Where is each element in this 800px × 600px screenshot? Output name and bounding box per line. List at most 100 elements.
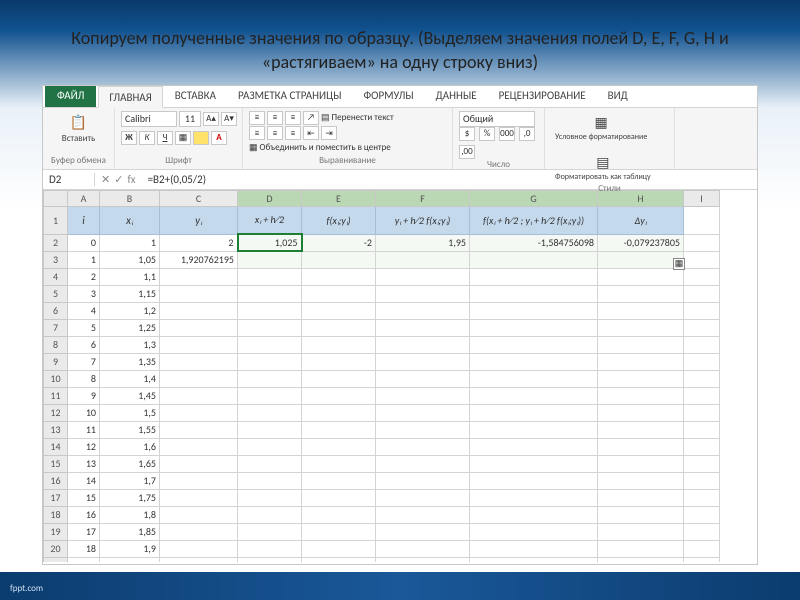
worksheet[interactable]: ABCDEFGHI1ixᵢyᵢxᵢ + h⁄2f(xᵢ;yᵢ)yᵢ + h⁄2 … xyxy=(43,190,757,562)
cell-E18[interactable] xyxy=(302,506,376,523)
cell-F3[interactable] xyxy=(376,251,470,268)
cell-C5[interactable] xyxy=(160,285,238,302)
cell-H5[interactable] xyxy=(598,285,684,302)
cell-A2[interactable]: 0 xyxy=(68,234,100,251)
cell-F17[interactable] xyxy=(376,489,470,506)
cell-A12[interactable]: 10 xyxy=(68,404,100,421)
cell-I19[interactable] xyxy=(684,523,720,540)
cell-D16[interactable] xyxy=(238,472,302,489)
cell-D6[interactable] xyxy=(238,302,302,319)
col-header-D[interactable]: D xyxy=(238,190,302,206)
cell-A11[interactable]: 9 xyxy=(68,387,100,404)
cell-E17[interactable] xyxy=(302,489,376,506)
cell-F14[interactable] xyxy=(376,438,470,455)
cell-C11[interactable] xyxy=(160,387,238,404)
cell-E9[interactable] xyxy=(302,353,376,370)
cell-H9[interactable] xyxy=(598,353,684,370)
cell-F9[interactable] xyxy=(376,353,470,370)
cell-header-H[interactable]: Δyᵢ xyxy=(598,206,684,234)
tab-review[interactable]: РЕЦЕНЗИРОВАНИЕ xyxy=(489,85,596,107)
autofill-options-icon[interactable]: ▦ xyxy=(673,258,685,270)
cell-E7[interactable] xyxy=(302,319,376,336)
row-header-16[interactable]: 16 xyxy=(44,472,68,489)
cell-C14[interactable] xyxy=(160,438,238,455)
cell-header-G[interactable]: f(xᵢ + h⁄2 ; yᵢ + h⁄2 f(xᵢ;yᵢ)) xyxy=(470,206,598,234)
cell-B20[interactable]: 1,9 xyxy=(100,540,160,557)
cell-F19[interactable] xyxy=(376,523,470,540)
row-header-21[interactable]: 21 xyxy=(44,557,68,562)
comma-icon[interactable]: 000 xyxy=(499,127,515,141)
cell-D5[interactable] xyxy=(238,285,302,302)
wrap-text-button[interactable]: ▤ Перенести текст xyxy=(321,112,394,123)
cell-I17[interactable] xyxy=(684,489,720,506)
fx-icon[interactable]: fx xyxy=(127,173,135,186)
cell-D13[interactable] xyxy=(238,421,302,438)
cell-header-B[interactable]: xᵢ xyxy=(100,206,160,234)
cell-C20[interactable] xyxy=(160,540,238,557)
cell-C13[interactable] xyxy=(160,421,238,438)
row-header-15[interactable]: 15 xyxy=(44,455,68,472)
cell-I7[interactable] xyxy=(684,319,720,336)
cell-A20[interactable]: 18 xyxy=(68,540,100,557)
cell-B19[interactable]: 1,85 xyxy=(100,523,160,540)
cell-B2[interactable]: 1 xyxy=(100,234,160,251)
cell-F11[interactable] xyxy=(376,387,470,404)
cell-E6[interactable] xyxy=(302,302,376,319)
cell-A9[interactable]: 7 xyxy=(68,353,100,370)
cell-I16[interactable] xyxy=(684,472,720,489)
cell-D15[interactable] xyxy=(238,455,302,472)
col-header-A[interactable]: A xyxy=(68,190,100,206)
cell-F8[interactable] xyxy=(376,336,470,353)
cell-I9[interactable] xyxy=(684,353,720,370)
cell-H20[interactable] xyxy=(598,540,684,557)
cell-D14[interactable] xyxy=(238,438,302,455)
cell-C4[interactable] xyxy=(160,268,238,285)
cell-B4[interactable]: 1,1 xyxy=(100,268,160,285)
row-header-4[interactable]: 4 xyxy=(44,268,68,285)
cell-F21[interactable] xyxy=(376,557,470,562)
dec-decimal-icon[interactable]: ,00 xyxy=(459,145,475,159)
cell-D11[interactable] xyxy=(238,387,302,404)
cell-E19[interactable] xyxy=(302,523,376,540)
cell-I6[interactable] xyxy=(684,302,720,319)
tab-home[interactable]: ГЛАВНАЯ xyxy=(98,86,162,108)
bold-button[interactable]: Ж xyxy=(121,131,137,145)
cell-C10[interactable] xyxy=(160,370,238,387)
cell-E21[interactable] xyxy=(302,557,376,562)
cell-D17[interactable] xyxy=(238,489,302,506)
cell-G15[interactable] xyxy=(470,455,598,472)
cell-D12[interactable] xyxy=(238,404,302,421)
tab-file[interactable]: ФАЙЛ xyxy=(45,85,96,107)
cell-C17[interactable] xyxy=(160,489,238,506)
decrease-font-icon[interactable]: A▾ xyxy=(221,112,237,126)
row-header-12[interactable]: 12 xyxy=(44,404,68,421)
cell-G16[interactable] xyxy=(470,472,598,489)
cell-C6[interactable] xyxy=(160,302,238,319)
cell-I12[interactable] xyxy=(684,404,720,421)
cell-header-E[interactable]: f(xᵢ;yᵢ) xyxy=(302,206,376,234)
row-header-1[interactable]: 1 xyxy=(44,206,68,234)
cell-header-D[interactable]: xᵢ + h⁄2 xyxy=(238,206,302,234)
row-header-19[interactable]: 19 xyxy=(44,523,68,540)
cell-H18[interactable] xyxy=(598,506,684,523)
cell-D21[interactable] xyxy=(238,557,302,562)
cell-A19[interactable]: 17 xyxy=(68,523,100,540)
cell-A10[interactable]: 8 xyxy=(68,370,100,387)
cell-E5[interactable] xyxy=(302,285,376,302)
cell-B6[interactable]: 1,2 xyxy=(100,302,160,319)
cond-format-button[interactable]: ▦ Условное форматирование xyxy=(551,111,651,143)
row-header-20[interactable]: 20 xyxy=(44,540,68,557)
cell-header-A[interactable]: i xyxy=(68,206,100,234)
row-header-18[interactable]: 18 xyxy=(44,506,68,523)
cell-C15[interactable] xyxy=(160,455,238,472)
align-right-icon[interactable]: ≡ xyxy=(285,126,301,140)
font-name-select[interactable]: Calibri xyxy=(121,111,177,127)
cell-F10[interactable] xyxy=(376,370,470,387)
cell-F16[interactable] xyxy=(376,472,470,489)
row-header-6[interactable]: 6 xyxy=(44,302,68,319)
italic-button[interactable]: К xyxy=(139,131,155,145)
row-header-5[interactable]: 5 xyxy=(44,285,68,302)
cell-E4[interactable] xyxy=(302,268,376,285)
cell-G7[interactable] xyxy=(470,319,598,336)
cell-G19[interactable] xyxy=(470,523,598,540)
